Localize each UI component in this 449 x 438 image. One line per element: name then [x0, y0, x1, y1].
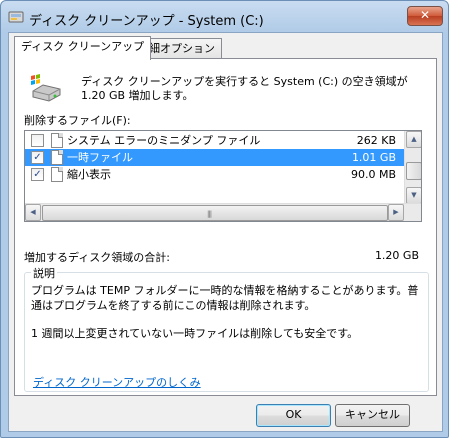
checkbox-thumbnails[interactable]: ✓ — [31, 168, 44, 181]
total-space-label: 増加するディスク領域の合計: — [24, 251, 170, 264]
disk-cleanup-icon — [31, 74, 61, 102]
list-item-minidump[interactable]: システム エラーのミニダンプ ファイル 262 KB — [25, 132, 404, 149]
checkbox-minidump[interactable] — [31, 134, 44, 147]
tab-panel: ディスク クリーンアップを実行すると System (C:) の空き領域が 1.… — [14, 58, 437, 396]
checkbox-temp-files[interactable]: ✓ — [31, 151, 44, 164]
list-item-size: 1.01 GB — [351, 151, 396, 164]
total-space-value: 1.20 GB — [374, 249, 419, 262]
description-text: プログラムは TEMP フォルダーに一時的な情報を格納することがあります。普通は… — [31, 283, 421, 341]
close-button[interactable]: ✕ — [407, 6, 443, 26]
how-disk-cleanup-works-link[interactable]: ディスク クリーンアップのしくみ — [33, 374, 201, 390]
cancel-button[interactable]: キャンセル — [335, 404, 410, 427]
title-bar[interactable]: ディスク クリーンアップ - System (C:) ✕ — [1, 1, 448, 33]
list-item-temp-files[interactable]: ✓ 一時ファイル 1.01 GB — [25, 149, 404, 166]
list-item-thumbnails[interactable]: ✓ 縮小表示 90.0 MB — [25, 166, 404, 183]
horizontal-scrollbar[interactable]: ◀ ||| ▶ — [25, 203, 421, 221]
dialog-window: ディスク クリーンアップ - System (C:) ✕ ディスク クリーンアッ… — [0, 0, 449, 438]
tab-disk-cleanup[interactable]: ディスク クリーンアップ — [14, 36, 152, 60]
list-item-size: 90.0 MB — [350, 168, 396, 181]
list-item-size: 262 KB — [356, 134, 396, 147]
file-icon — [51, 133, 63, 148]
files-to-delete-label: 削除するファイル(F): — [24, 114, 131, 127]
horizontal-scroll-thumb[interactable]: ||| — [42, 205, 388, 221]
intro-text: ディスク クリーンアップを実行すると System (C:) の空き領域が 1.… — [81, 75, 408, 102]
scroll-grip-icon: ||| — [207, 210, 212, 218]
vertical-scroll-thumb[interactable] — [406, 162, 421, 180]
list-item-name: 一時ファイル — [67, 151, 133, 164]
disk-cleanup-app-icon — [8, 11, 24, 23]
dialog-client-area: ディスク クリーンアップ 詳細オプション ディスク クリーンアップを実行すると … — [8, 32, 443, 432]
description-legend: 説明 — [31, 265, 57, 281]
file-icon — [51, 150, 63, 165]
ok-button[interactable]: OK — [256, 404, 331, 427]
scroll-right-arrow-icon[interactable]: ▶ — [388, 204, 404, 221]
files-list[interactable]: システム エラーのミニダンプ ファイル 262 KB ✓ 一時ファイル 1.01… — [24, 130, 422, 222]
list-item-name: 縮小表示 — [67, 168, 111, 181]
description-paragraph-2: 1 週間以上変更されていない一時ファイルは削除しても安全です。 — [31, 327, 359, 340]
window-title: ディスク クリーンアップ - System (C:) — [29, 14, 264, 29]
vertical-scrollbar[interactable]: ▲ ▼ — [404, 131, 421, 204]
list-item-name: システム エラーのミニダンプ ファイル — [67, 134, 261, 147]
scroll-left-arrow-icon[interactable]: ◀ — [25, 204, 41, 221]
scroll-down-arrow-icon[interactable]: ▼ — [406, 187, 421, 204]
description-paragraph-1: プログラムは TEMP フォルダーに一時的な情報を格納することがあります。普通は… — [31, 284, 419, 312]
scroll-up-arrow-icon[interactable]: ▲ — [406, 131, 421, 148]
file-icon — [51, 167, 63, 182]
